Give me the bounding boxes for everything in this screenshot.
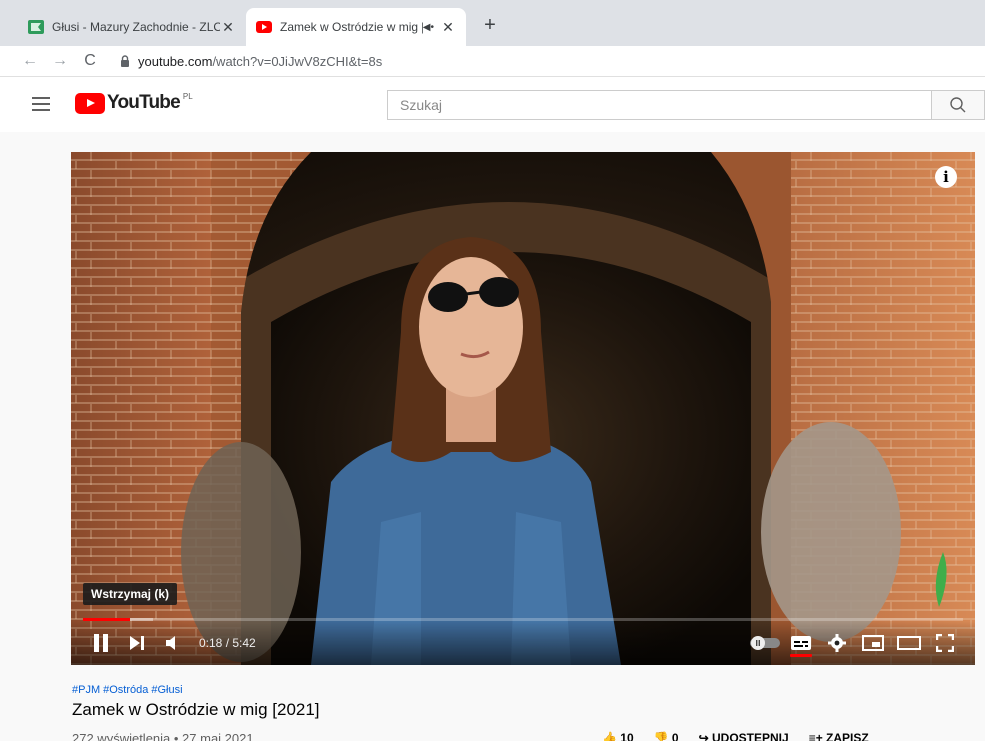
url-path: /watch?v=0JiJwV8zCHI&t=8s — [212, 53, 383, 69]
autoplay-toggle[interactable] — [747, 625, 783, 661]
video-meta-row: 272 wyświetlenia • 27 maj 2021 👍 10 👎 0 … — [72, 731, 985, 741]
logo-text: YouTube — [107, 92, 181, 113]
url-host: youtube.com — [138, 53, 213, 69]
close-tab-icon[interactable]: ✕ — [220, 19, 236, 36]
view-count-date: 272 wyświetlenia • 27 maj 2021 — [72, 731, 254, 741]
theater-mode-icon — [897, 636, 921, 650]
mute-button[interactable] — [155, 625, 191, 661]
share-button[interactable]: ↪ UDOSTĘPNIJ — [699, 731, 789, 741]
address-bar[interactable]: youtube.com/watch?v=0JiJwV8zCHI&t=8s — [138, 54, 382, 69]
pause-button[interactable] — [83, 625, 119, 661]
audio-playing-icon[interactable]: ◀• — [423, 22, 434, 33]
like-count: 10 — [620, 731, 634, 741]
video-actions: 👍 10 👎 0 ↪ UDOSTĘPNIJ ≡+ ZAPISZ — [602, 731, 869, 741]
hashtag-link[interactable]: #Ostróda — [103, 684, 148, 696]
lock-icon — [121, 55, 129, 67]
search-button[interactable] — [932, 90, 985, 120]
close-tab-icon[interactable]: ✕ — [440, 19, 456, 36]
fullscreen-button[interactable] — [927, 625, 963, 661]
dislike-count: 0 — [671, 731, 679, 741]
new-tab-button[interactable]: + — [478, 14, 502, 38]
hashtag-link[interactable]: #PJM — [72, 684, 100, 696]
back-arrow-icon[interactable]: ← — [18, 52, 42, 70]
hashtag-link[interactable]: #Głusi — [151, 684, 182, 696]
miniplayer-button[interactable] — [855, 625, 891, 661]
theater-mode-button[interactable] — [891, 625, 927, 661]
share-label: UDOSTĘPNIJ — [712, 731, 789, 741]
like-button[interactable]: 👍 10 — [602, 731, 634, 741]
video-hashtags: #PJM #Ostróda #Głusi — [72, 684, 186, 696]
subtitles-active-indicator — [790, 654, 812, 657]
pause-tooltip: Wstrzymaj (k) — [83, 583, 178, 605]
info-icon[interactable]: i — [935, 166, 957, 188]
green-flag-icon — [28, 20, 44, 34]
video-frame-woman-under-brick-arch — [71, 152, 975, 665]
search-input[interactable]: Szukaj — [387, 90, 932, 120]
country-code: PL — [182, 91, 193, 101]
volume-icon — [166, 636, 175, 650]
reload-icon[interactable]: C — [78, 52, 102, 70]
save-label: ZAPISZ — [826, 731, 869, 741]
save-button[interactable]: ≡+ ZAPISZ — [809, 731, 869, 741]
time-display: 0:18 / 5:42 — [199, 636, 256, 650]
tab-title: Zamek w Ostródzie w mig [2 — [280, 20, 423, 34]
subtitles-icon — [791, 636, 811, 650]
miniplayer-icon — [862, 635, 884, 651]
next-icon — [130, 636, 144, 650]
browser-tab-strip: Głusi - Mazury Zachodnie - ZLOT ✕ Zamek … — [0, 0, 985, 46]
browser-toolbar: ← → C youtube.com/watch?v=0JiJwV8zCHI&t=… — [0, 46, 985, 76]
player-controls: 0:18 / 5:42 — [71, 621, 975, 665]
youtube-play-logo-icon — [75, 92, 105, 114]
youtube-header: YouTube PL Szukaj — [0, 76, 985, 132]
browser-tab-glusi[interactable]: Głusi - Mazury Zachodnie - ZLOT ✕ — [18, 8, 246, 46]
tab-title: Głusi - Mazury Zachodnie - ZLOT — [52, 20, 220, 34]
dislike-button[interactable]: 👎 0 — [654, 731, 679, 741]
video-player[interactable]: i Wstrzymaj (k) 0:18 / 5:42 — [71, 152, 975, 665]
pause-icon — [94, 634, 108, 652]
subtitles-button[interactable] — [783, 625, 819, 661]
forward-arrow-icon[interactable]: → — [48, 52, 72, 70]
video-title: Zamek w Ostródzie w mig [2021] — [72, 700, 320, 719]
autoplay-toggle-icon — [750, 636, 780, 650]
fullscreen-icon — [936, 634, 954, 652]
youtube-icon — [256, 21, 272, 33]
gear-icon — [828, 634, 846, 652]
search-icon — [950, 97, 966, 113]
settings-button[interactable] — [819, 625, 855, 661]
menu-icon[interactable] — [32, 97, 50, 111]
browser-tab-youtube[interactable]: Zamek w Ostródzie w mig [2 ◀• ✕ — [246, 8, 466, 46]
youtube-logo[interactable]: YouTube PL — [75, 92, 193, 114]
next-button[interactable] — [119, 625, 155, 661]
